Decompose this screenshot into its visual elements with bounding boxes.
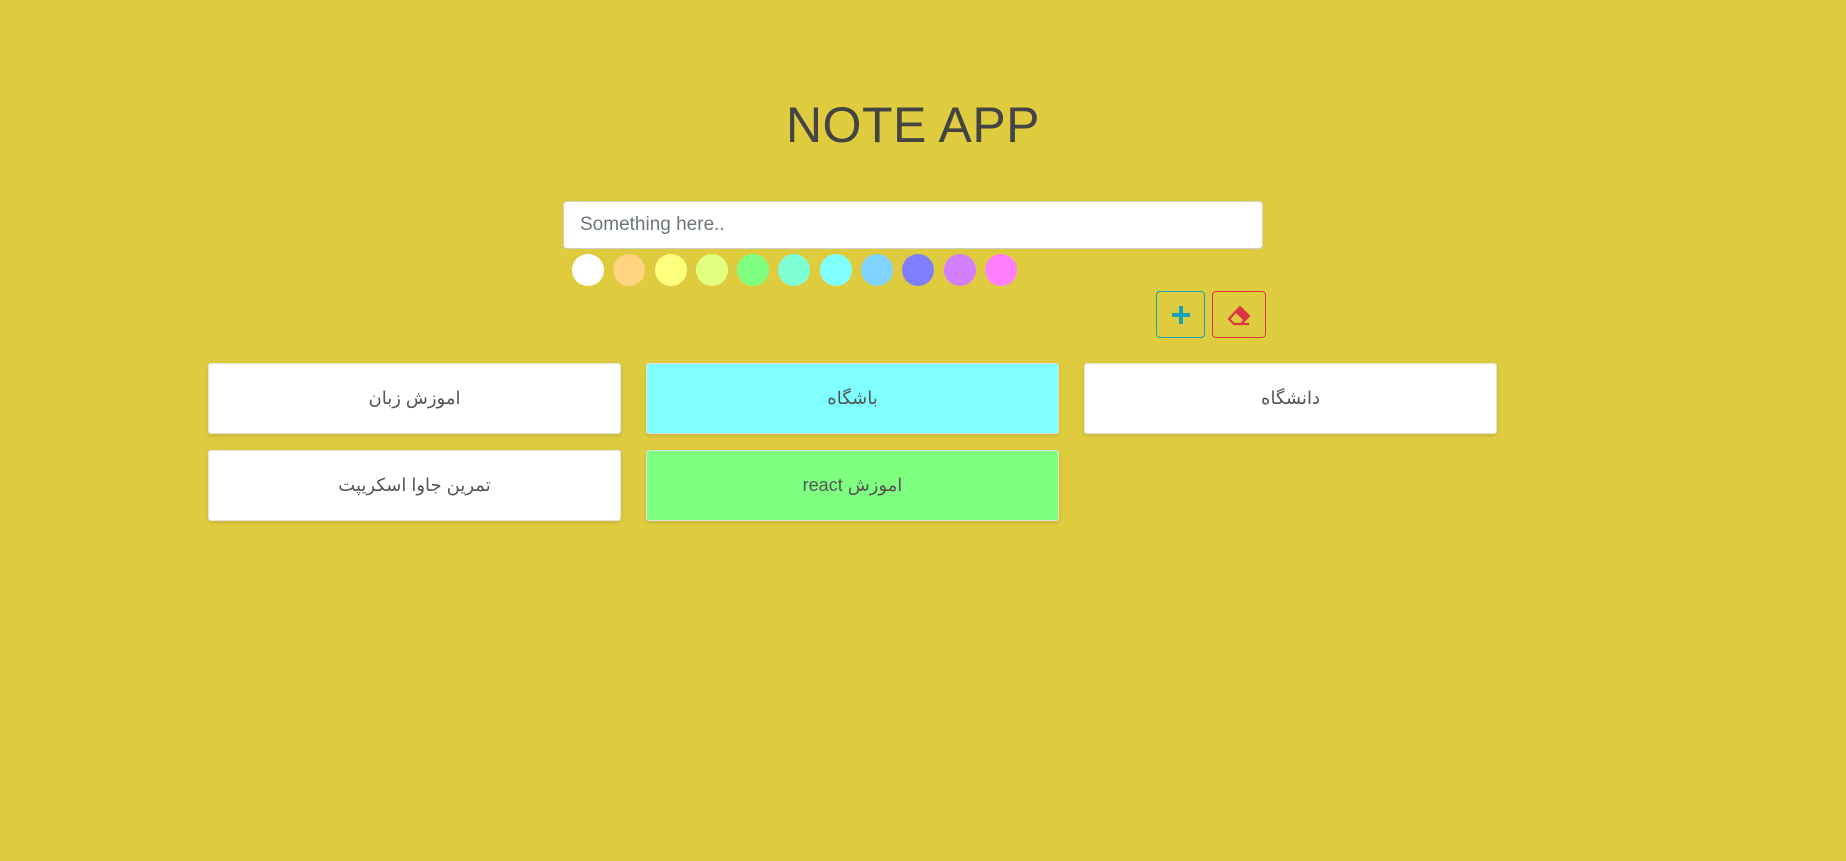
color-swatch-orange[interactable] [613,254,646,286]
color-swatch-cyan[interactable] [819,254,852,286]
note-text: تمرین جاوا اسکریپت [338,475,491,495]
color-swatch-white[interactable] [572,254,604,286]
note-card[interactable]: تمرین جاوا اسکریپت [208,450,621,521]
action-buttons [1156,291,1266,338]
color-swatch-blue[interactable] [902,254,935,286]
note-input-container [563,201,1263,249]
add-note-button[interactable] [1156,291,1205,338]
notes-grid: اموزش زبان باشگاه دانشگاه تمرین جاوا اسکریپ… [208,363,1498,521]
page-title: NOTE APP [785,97,1041,153]
eraser-icon [1227,305,1251,325]
clear-input-button[interactable] [1212,291,1266,338]
note-input[interactable] [563,201,1263,249]
color-swatch-lime[interactable] [695,254,728,286]
color-swatch-pink[interactable] [984,254,1017,286]
note-text: باشگاه [827,388,878,408]
note-text: اموزش react [802,475,903,495]
note-text: اموزش زبان [368,388,461,408]
color-swatch-purple[interactable] [943,254,976,286]
color-picker [572,254,1017,287]
note-card[interactable]: باشگاه [646,363,1059,434]
plus-icon [1171,305,1190,324]
note-card[interactable]: دانشگاه [1084,363,1497,434]
note-text: دانشگاه [1261,388,1320,408]
color-swatch-sky[interactable] [861,254,894,286]
color-swatch-mint[interactable] [778,254,811,286]
color-swatch-green[interactable] [737,254,770,286]
note-card[interactable]: اموزش react [646,450,1059,521]
note-card[interactable]: اموزش زبان [208,363,621,434]
color-swatch-yellow[interactable] [654,254,687,286]
